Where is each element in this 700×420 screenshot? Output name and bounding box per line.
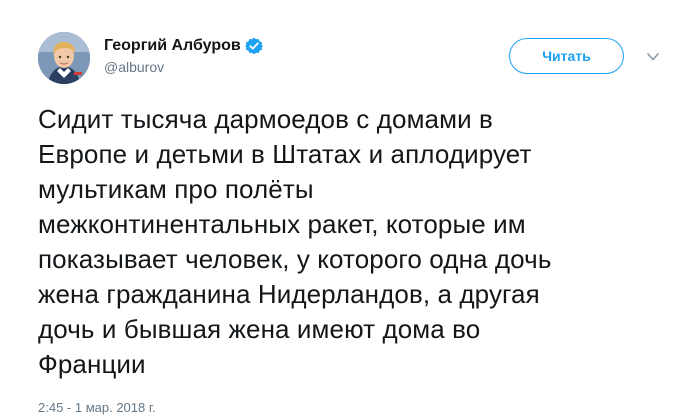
chevron-down-icon[interactable] [646, 50, 660, 62]
tweet-text-line: дочь и бывшая жена имеют дома во [38, 314, 481, 344]
tweet-text-line: Франции [38, 349, 146, 379]
tweet-card: Георгий Албуров @alburov Читать Сидит ты… [0, 0, 700, 420]
author-info: Георгий Албуров @alburov [104, 35, 263, 75]
follow-button[interactable]: Читать [509, 38, 624, 74]
tweet-header: Георгий Албуров @alburov Читать [38, 32, 668, 92]
avatar[interactable] [38, 32, 90, 84]
verified-badge-icon [244, 37, 263, 55]
tweet-text-line: жена гражданина Нидерландов, а другая [38, 279, 540, 309]
tweet-text: Сидит тысяча дармоедов с домами в Европе… [38, 102, 668, 382]
tweet-timestamp[interactable]: 2:45 - 1 мар. 2018 г. [38, 400, 156, 415]
tweet-text-line: Сидит тысяча дармоедов с домами в [38, 104, 493, 134]
tweet-text-line: межконтинентальных ракет, которые им [38, 209, 526, 239]
author-handle[interactable]: @alburov [104, 59, 263, 75]
author-name[interactable]: Георгий Албуров [104, 37, 241, 55]
tweet-text-line: показывает человек, у которого одна дочь [38, 244, 552, 274]
tweet-text-line: Европе и детьми в Штатах и аплодирует [38, 139, 532, 169]
tweet-text-line: мультикам про полёты [38, 174, 314, 204]
name-row: Георгий Албуров [104, 35, 263, 57]
